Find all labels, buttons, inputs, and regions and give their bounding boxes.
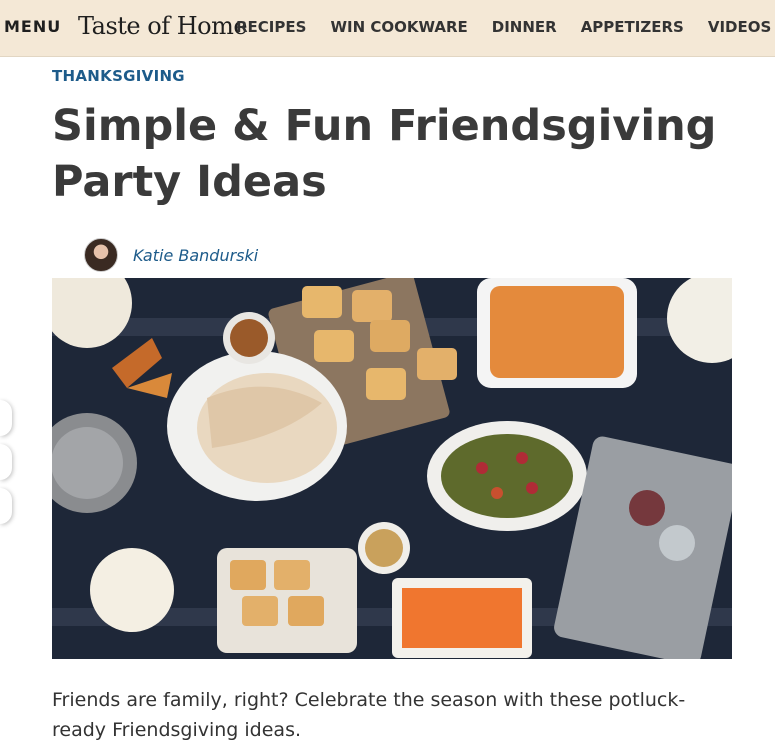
side-share-tabs [0, 400, 12, 532]
avatar [84, 238, 118, 272]
nav-win-cookware[interactable]: WIN COOKWARE [330, 18, 467, 36]
share-tab[interactable] [0, 400, 12, 436]
main-nav: RECIPES WIN COOKWARE DINNER APPETIZERS V… [236, 18, 775, 36]
nav-recipes[interactable]: RECIPES [236, 18, 306, 36]
site-logo[interactable]: Taste of Home [78, 12, 248, 40]
share-tab[interactable] [0, 488, 12, 524]
page-title: Simple & Fun Friendsgiving Party Ideas [52, 101, 717, 207]
article-intro: Friends are family, right? Celebrate the… [52, 689, 686, 741]
hero-image [52, 278, 732, 659]
author-link[interactable]: Katie Bandurski [133, 246, 258, 265]
nav-appetizers[interactable]: APPETIZERS [581, 18, 684, 36]
nav-dinner[interactable]: DINNER [492, 18, 557, 36]
nav-videos[interactable]: VIDEOS [708, 18, 771, 36]
share-tab[interactable] [0, 444, 12, 480]
site-header: MENU Taste of Home RECIPES WIN COOKWARE … [0, 0, 775, 57]
byline: Katie Bandurski [84, 238, 258, 272]
menu-button[interactable]: MENU [4, 17, 61, 36]
category-link[interactable]: THANKSGIVING [52, 67, 185, 85]
